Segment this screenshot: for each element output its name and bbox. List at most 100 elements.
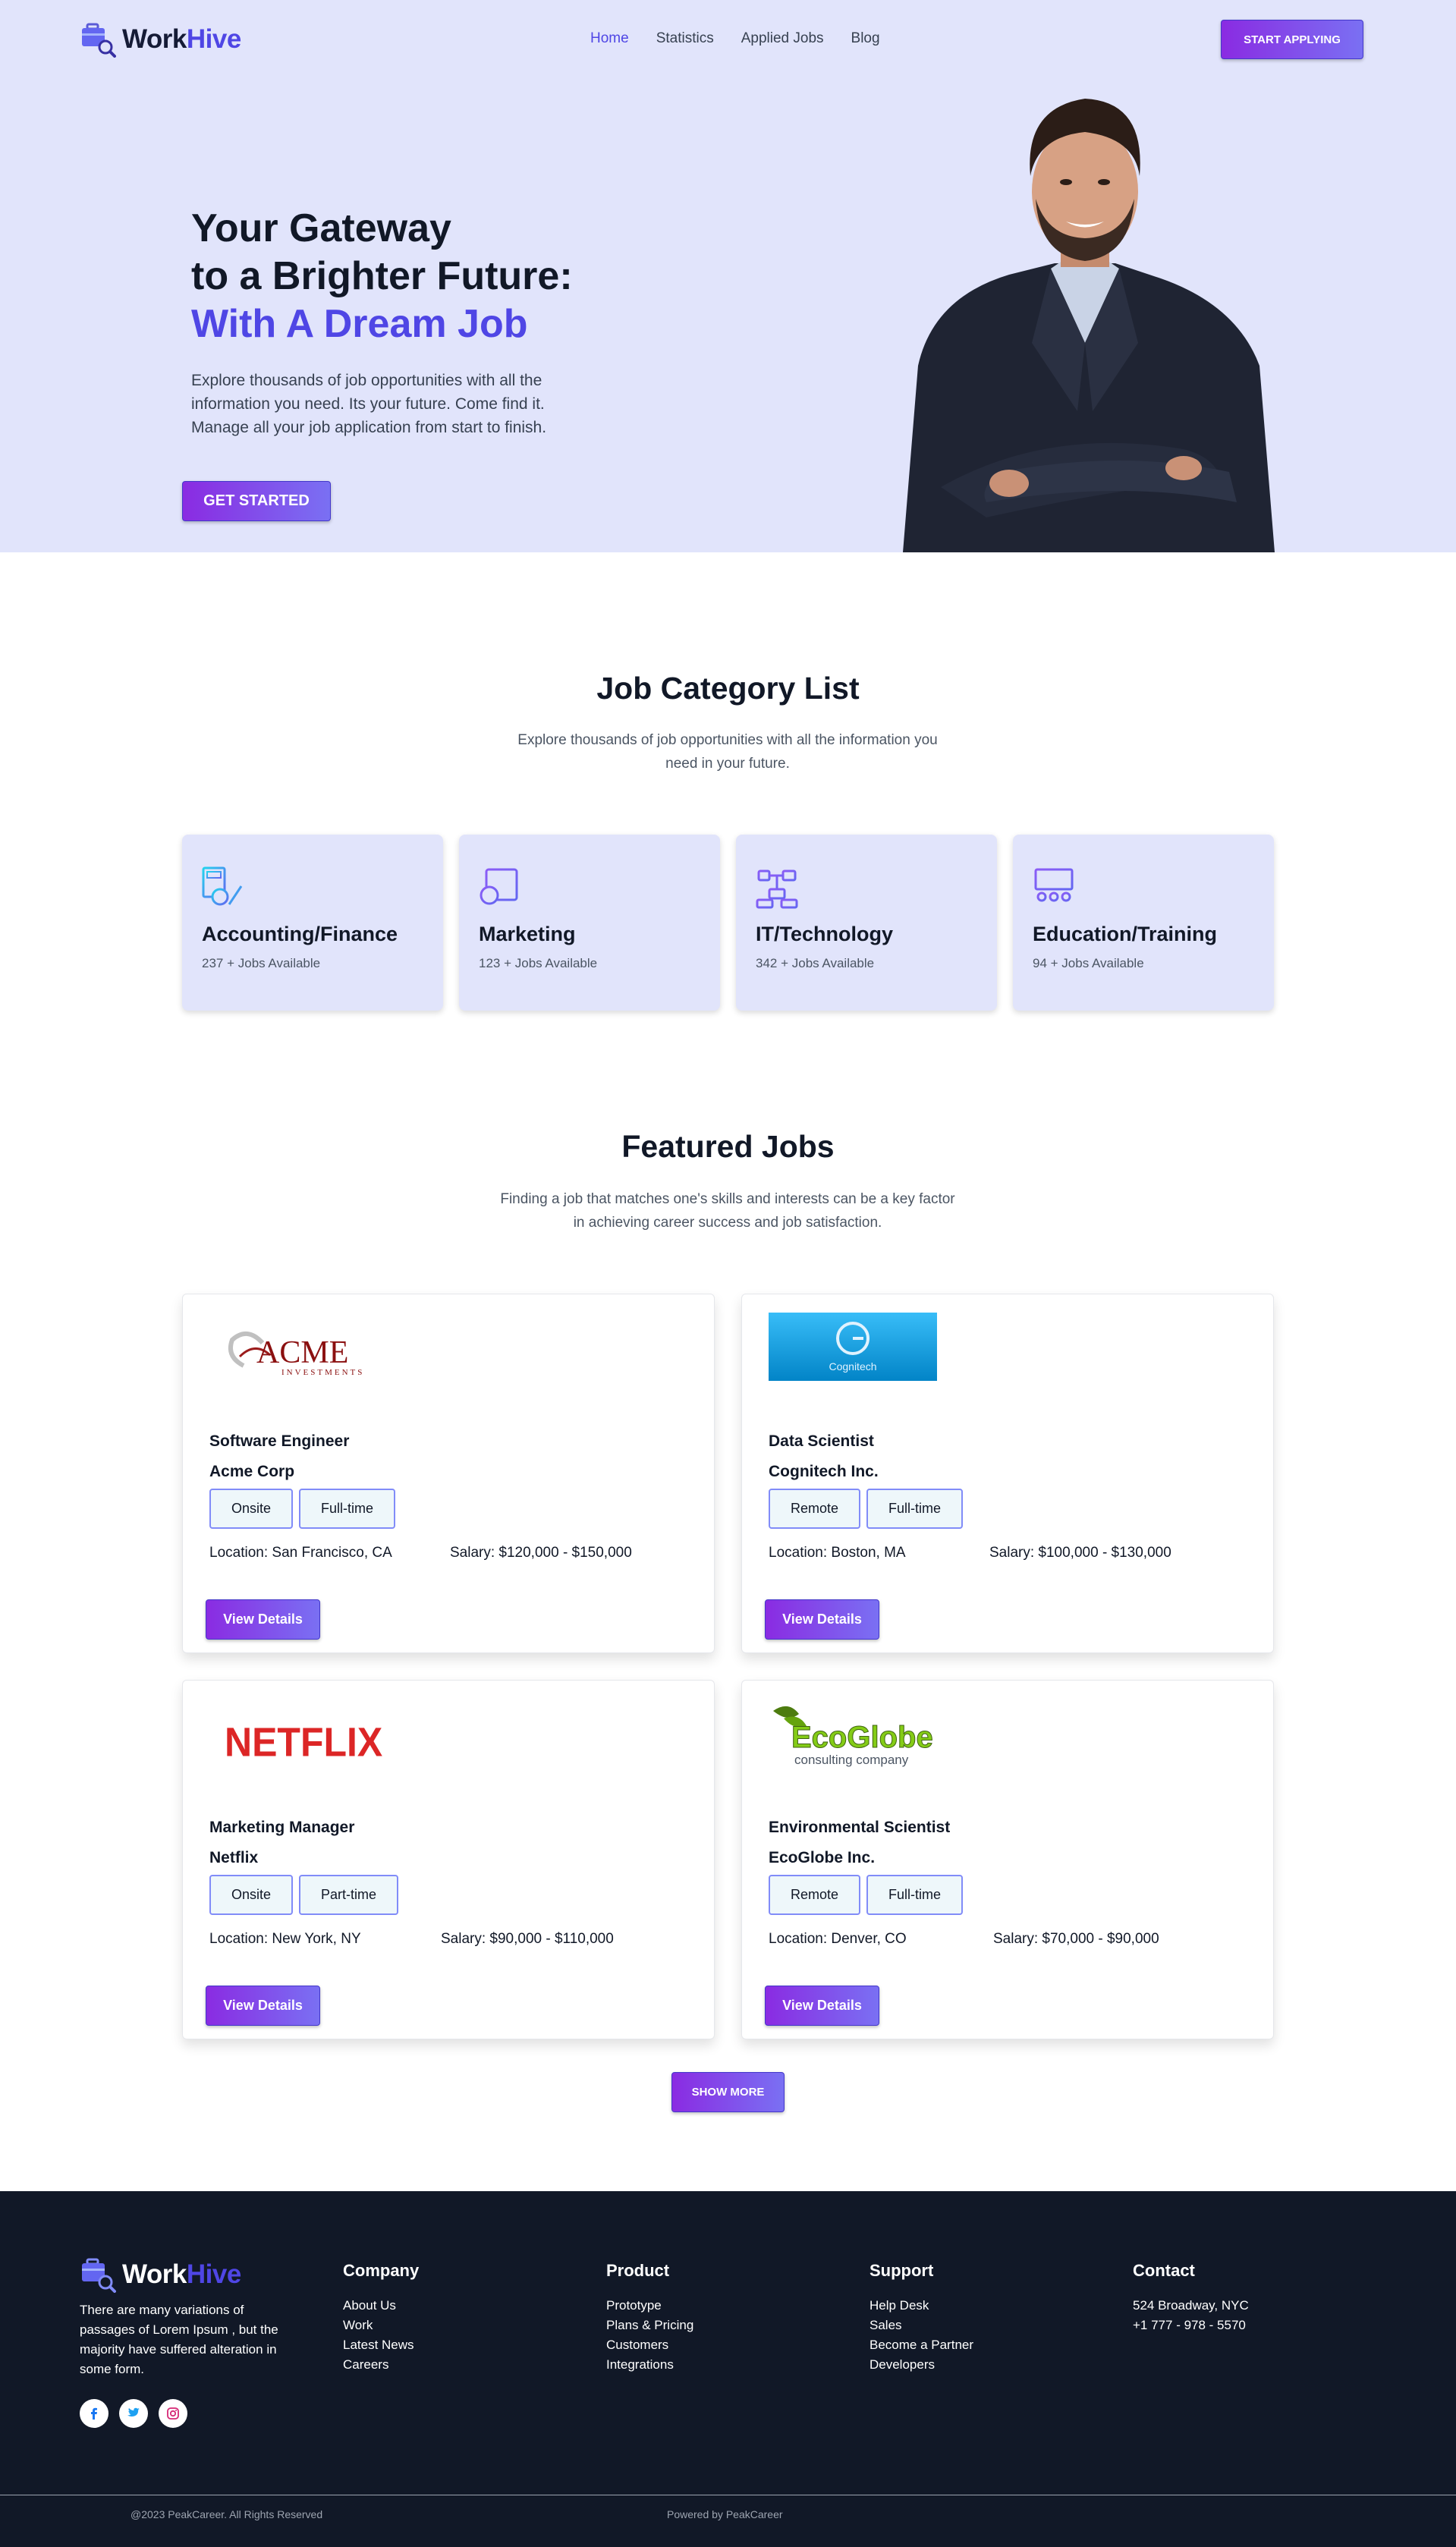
category-card-marketing[interactable]: Marketing 123 + Jobs Available xyxy=(459,835,720,1011)
job-tag-worksite: Remote xyxy=(769,1489,861,1529)
footer-brand-logo[interactable]: WorkHive xyxy=(80,2256,241,2293)
job-location: Location: Denver, CO xyxy=(769,1931,907,1947)
category-count: 342 + Jobs Available xyxy=(756,956,875,970)
brand-hive: Hive xyxy=(186,2259,241,2289)
category-name: IT/Technology xyxy=(756,923,893,945)
hero-heading-line-2: to a Brighter Future: xyxy=(191,254,573,298)
footer-link-work[interactable]: Work xyxy=(343,2316,419,2335)
job-location: Location: Boston, MA xyxy=(769,1545,906,1561)
instagram-icon[interactable] xyxy=(159,2399,187,2428)
job-tag-worksite: Onsite xyxy=(209,1489,294,1529)
view-details-button[interactable]: View Details xyxy=(206,1599,320,1640)
category-section-title: Job Category List xyxy=(596,671,860,706)
footer-about: There are many variations of passages of… xyxy=(80,2303,278,2376)
company-name: Acme Corp xyxy=(209,1463,295,1480)
view-details-button[interactable]: View Details xyxy=(765,1599,879,1640)
view-details-button[interactable]: View Details xyxy=(206,1986,320,2026)
social-links xyxy=(80,2399,187,2428)
cognitech-logo: Cognitech xyxy=(769,1313,937,1381)
job-tag-worksite: Remote xyxy=(769,1875,861,1915)
category-count: 123 + Jobs Available xyxy=(479,956,598,970)
brand-logo[interactable]: WorkHive xyxy=(80,21,241,58)
footer-link-plans-pricing[interactable]: Plans & Pricing xyxy=(606,2316,693,2335)
netflix-logo: NETFLIX xyxy=(225,1720,383,1766)
company-name: Cognitech Inc. xyxy=(769,1463,879,1480)
ecoglobe-logo-text: EcoGlobe xyxy=(791,1721,933,1754)
get-started-button[interactable]: GET STARTED xyxy=(182,481,331,521)
footer-link-sales[interactable]: Sales xyxy=(870,2316,973,2335)
footer-column-heading: Contact xyxy=(1133,2261,1195,2280)
view-details-button[interactable]: View Details xyxy=(765,1986,879,2026)
nav-statistics[interactable]: Statistics xyxy=(656,30,714,47)
footer: WorkHive There are many variations of pa… xyxy=(0,2191,1456,2547)
hero-section: WorkHive Home Statistics Applied Jobs Bl… xyxy=(0,0,1456,552)
job-title: Marketing Manager xyxy=(209,1819,355,1836)
cognitech-logo-text: Cognitech xyxy=(829,1360,876,1373)
footer-link-customers[interactable]: Customers xyxy=(606,2335,693,2355)
acme-logo-subtext: INVESTMENTS xyxy=(281,1368,364,1377)
job-salary: Salary: $120,000 - $150,000 xyxy=(450,1545,632,1561)
hero-heading-line-1: Your Gateway xyxy=(191,206,451,250)
job-salary: Salary: $90,000 - $110,000 xyxy=(441,1931,614,1947)
featured-section-subtitle: Finding a job that matches one's skills … xyxy=(500,1191,955,1231)
category-section-subtitle: Explore thousands of job opportunities w… xyxy=(517,732,938,772)
job-tags: Remote Full-time xyxy=(769,1489,964,1529)
footer-contact-address: 524 Broadway, NYC xyxy=(1133,2298,1249,2313)
footer-link-prototype[interactable]: Prototype xyxy=(606,2296,693,2316)
twitter-icon[interactable] xyxy=(119,2399,148,2428)
job-tag-type: Full-time xyxy=(299,1489,396,1529)
job-location: Location: New York, NY xyxy=(209,1931,361,1947)
job-location: Location: San Francisco, CA xyxy=(209,1545,392,1561)
nav-home[interactable]: Home xyxy=(590,30,629,47)
footer-link-careers[interactable]: Careers xyxy=(343,2355,419,2375)
job-title: Software Engineer xyxy=(209,1432,350,1450)
footer-link-integrations[interactable]: Integrations xyxy=(606,2355,693,2375)
company-name: Netflix xyxy=(209,1849,259,1866)
category-name: Marketing xyxy=(479,923,576,945)
show-more-button[interactable]: SHOW MORE xyxy=(671,2072,785,2112)
facebook-icon[interactable] xyxy=(80,2399,108,2428)
technology-icon xyxy=(756,869,798,909)
job-salary: Salary: $100,000 - $130,000 xyxy=(989,1545,1171,1561)
job-tags: Onsite Full-time xyxy=(209,1489,396,1529)
job-tag-type: Part-time xyxy=(299,1875,399,1915)
hero-person-image xyxy=(903,99,1275,552)
footer-column-heading: Support xyxy=(870,2261,934,2280)
category-card-accounting[interactable]: Accounting/Finance 237 + Jobs Available xyxy=(182,835,443,1011)
job-card: EcoGlobe consulting company Environmenta… xyxy=(741,1680,1274,2039)
copyright-text: @2023 PeakCareer. All Rights Reserved xyxy=(131,2508,323,2520)
footer-column-company: Company About Us Work Latest News Career… xyxy=(343,2261,419,2375)
job-tag-worksite: Onsite xyxy=(209,1875,294,1915)
job-tags: Remote Full-time xyxy=(769,1875,964,1915)
footer-contact-phone: +1 777 - 978 - 5570 xyxy=(1133,2318,1246,2332)
footer-column-heading: Company xyxy=(343,2261,420,2280)
job-salary: Salary: $70,000 - $90,000 xyxy=(993,1931,1159,1947)
briefcase-search-icon xyxy=(82,2258,116,2293)
footer-link-help-desk[interactable]: Help Desk xyxy=(870,2296,973,2316)
nav-blog[interactable]: Blog xyxy=(851,30,880,47)
brand-work: Work xyxy=(122,24,187,54)
education-icon xyxy=(1034,868,1074,909)
category-count: 237 + Jobs Available xyxy=(202,956,321,970)
category-name: Accounting/Finance xyxy=(202,923,398,945)
main-nav: Home Statistics Applied Jobs Blog xyxy=(590,30,880,47)
footer-link-about-us[interactable]: About Us xyxy=(343,2296,419,2316)
briefcase-search-icon xyxy=(82,23,116,58)
job-card: Cognitech Data Scientist Cognitech Inc. … xyxy=(741,1294,1274,1653)
nav-applied-jobs[interactable]: Applied Jobs xyxy=(741,30,824,47)
marketing-icon xyxy=(480,868,518,905)
ecoglobe-logo: EcoGlobe consulting company xyxy=(773,1706,933,1767)
start-applying-button[interactable]: START APPLYING xyxy=(1221,20,1363,59)
category-card-education[interactable]: Education/Training 94 + Jobs Available xyxy=(1013,835,1274,1011)
hero-heading-accent: With A Dream Job xyxy=(191,302,528,346)
brand-hive: Hive xyxy=(186,24,241,54)
footer-column-heading: Product xyxy=(606,2261,670,2280)
footer-link-latest-news[interactable]: Latest News xyxy=(343,2335,419,2355)
job-tags: Onsite Part-time xyxy=(209,1875,399,1915)
hero-intro: Explore thousands of job opportunities w… xyxy=(191,372,547,436)
footer-link-become-partner[interactable]: Become a Partner xyxy=(870,2335,973,2355)
category-card-technology[interactable]: IT/Technology 342 + Jobs Available xyxy=(736,835,997,1011)
job-title: Environmental Scientist xyxy=(769,1819,951,1836)
company-name: EcoGlobe Inc. xyxy=(769,1849,876,1866)
footer-link-developers[interactable]: Developers xyxy=(870,2355,973,2375)
